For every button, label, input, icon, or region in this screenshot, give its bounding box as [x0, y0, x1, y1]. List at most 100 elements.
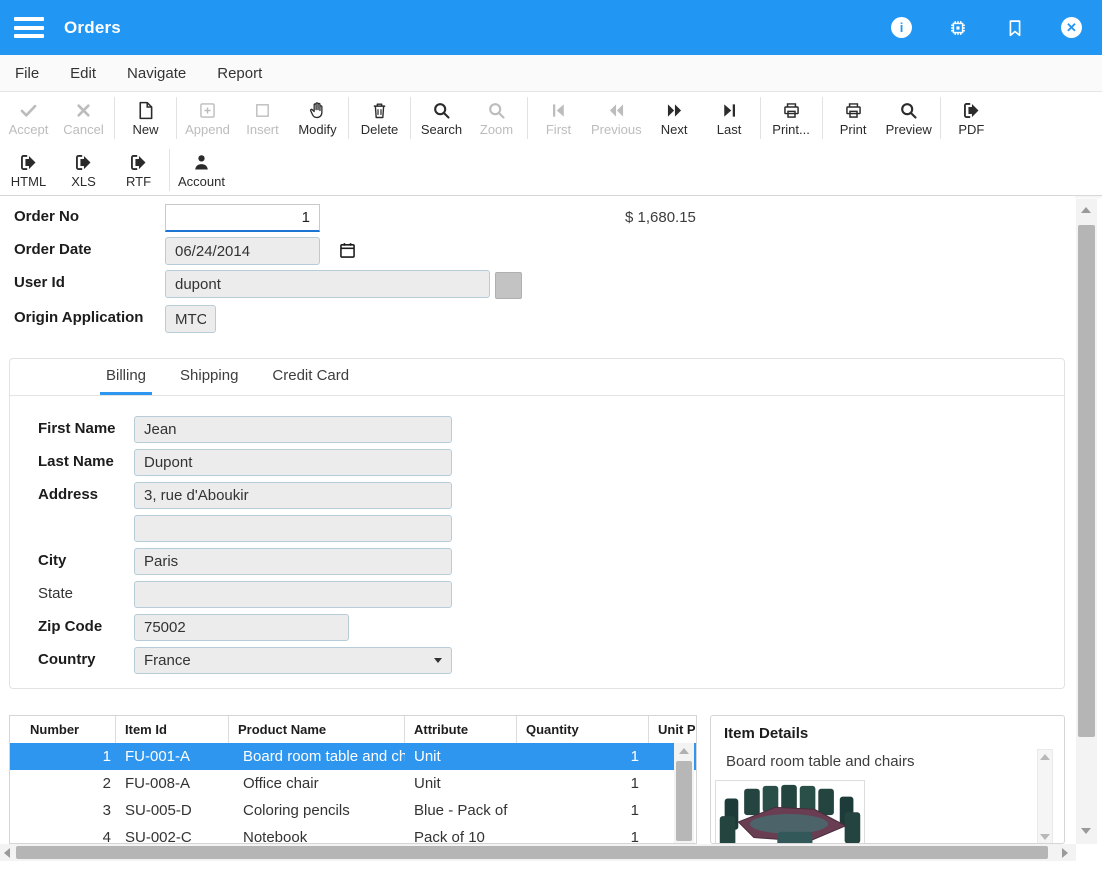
- first-button[interactable]: First: [531, 93, 586, 143]
- next-button[interactable]: Next: [647, 93, 702, 143]
- details-vertical-scrollbar[interactable]: [1037, 749, 1053, 844]
- delete-trash-icon: [369, 100, 390, 121]
- scroll-up-icon[interactable]: [1081, 207, 1091, 213]
- insert-button[interactable]: Insert: [235, 93, 290, 143]
- html-export-button[interactable]: HTML: [1, 145, 56, 195]
- table-row[interactable]: 3 SU-005-D Coloring pencils Blue - Pack …: [10, 797, 696, 824]
- table-row[interactable]: 2 FU-008-A Office chair Unit 1: [10, 770, 696, 797]
- table-scrollbar-thumb[interactable]: [676, 761, 692, 841]
- tab-shipping[interactable]: Shipping: [174, 359, 244, 395]
- menu-edit[interactable]: Edit: [70, 65, 96, 82]
- pdf-export-button[interactable]: PDF: [944, 93, 999, 143]
- info-icon[interactable]: i: [891, 17, 912, 38]
- address-field-2[interactable]: [134, 515, 452, 542]
- col-header-product-name[interactable]: Product Name: [229, 716, 405, 743]
- scroll-up-icon[interactable]: [679, 748, 689, 754]
- table-row[interactable]: 1 FU-001-A Board room table and chairs U…: [10, 743, 696, 770]
- print-button[interactable]: Print: [826, 93, 881, 143]
- menu-navigate[interactable]: Navigate: [127, 65, 186, 82]
- scroll-down-icon[interactable]: [1040, 834, 1050, 840]
- horizontal-scrollbar-thumb[interactable]: [16, 846, 1048, 859]
- delete-button[interactable]: Delete: [352, 93, 407, 143]
- toolbar-separator: [822, 97, 823, 139]
- preview-magnifier-icon: [898, 100, 919, 121]
- table-row[interactable]: 4 SU-002-C Notebook Pack of 10 1: [10, 824, 696, 844]
- previous-button[interactable]: Previous: [586, 93, 647, 143]
- zip-code-label: Zip Code: [38, 618, 102, 635]
- menu-file[interactable]: File: [15, 65, 39, 82]
- col-header-unit-price[interactable]: Unit Pr: [649, 716, 696, 743]
- toolbar-separator: [176, 97, 177, 139]
- order-no-field[interactable]: [165, 204, 320, 232]
- append-plus-square-icon: [197, 100, 218, 121]
- order-date-field[interactable]: [165, 237, 320, 265]
- toolbar-separator: [760, 97, 761, 139]
- address-field-1[interactable]: [134, 482, 452, 509]
- calendar-icon[interactable]: [337, 240, 358, 261]
- account-person-icon: [191, 152, 212, 173]
- print-dialog-button[interactable]: Print...: [764, 93, 819, 143]
- zip-code-field[interactable]: [134, 614, 349, 641]
- new-button[interactable]: New: [118, 93, 173, 143]
- zoom-magnifier-icon: [486, 100, 507, 121]
- user-lookup-button[interactable]: [495, 272, 522, 299]
- country-select[interactable]: France: [134, 647, 452, 674]
- toolbar-separator: [410, 97, 411, 139]
- scroll-right-icon[interactable]: [1062, 848, 1068, 858]
- user-id-label: User Id: [14, 274, 65, 291]
- address-tab-panel: Billing Shipping Credit Card First Name …: [9, 358, 1065, 689]
- menu-icon[interactable]: [14, 13, 44, 43]
- export-icon: [18, 152, 39, 173]
- state-label: State: [38, 585, 73, 602]
- account-button[interactable]: Account: [173, 145, 230, 195]
- tab-credit-card[interactable]: Credit Card: [266, 359, 355, 395]
- append-button[interactable]: Append: [180, 93, 235, 143]
- first-record-icon: [548, 100, 569, 121]
- order-lines-table: Number Item Id Product Name Attribute Qu…: [9, 715, 697, 844]
- chip-icon[interactable]: [947, 17, 969, 39]
- printer-icon: [781, 100, 802, 121]
- accept-button[interactable]: Accept: [1, 93, 56, 143]
- scroll-up-icon[interactable]: [1040, 754, 1050, 760]
- previous-record-icon: [606, 100, 627, 121]
- modify-hand-icon: [307, 100, 328, 121]
- state-field[interactable]: [134, 581, 452, 608]
- product-photo: [715, 780, 865, 844]
- xls-export-button[interactable]: XLS: [56, 145, 111, 195]
- item-details-product-name: Board room table and chairs: [726, 753, 914, 770]
- col-header-attribute[interactable]: Attribute: [405, 716, 517, 743]
- scroll-left-icon[interactable]: [4, 848, 10, 858]
- next-record-icon: [664, 100, 685, 121]
- last-name-field[interactable]: [134, 449, 452, 476]
- user-id-field[interactable]: [165, 270, 490, 298]
- new-page-icon: [135, 100, 156, 121]
- rtf-export-button[interactable]: RTF: [111, 145, 166, 195]
- search-button[interactable]: Search: [414, 93, 469, 143]
- origin-application-label: Origin Application: [14, 309, 143, 326]
- last-button[interactable]: Last: [702, 93, 757, 143]
- scroll-down-icon[interactable]: [1081, 828, 1091, 834]
- col-header-number[interactable]: Number: [10, 716, 116, 743]
- vertical-scrollbar-thumb[interactable]: [1078, 225, 1095, 737]
- zoom-button[interactable]: Zoom: [469, 93, 524, 143]
- preview-button[interactable]: Preview: [881, 93, 937, 143]
- cancel-x-icon: [73, 100, 94, 121]
- first-name-label: First Name: [38, 420, 116, 437]
- origin-application-field[interactable]: [165, 305, 216, 333]
- first-name-field[interactable]: [134, 416, 452, 443]
- tab-billing[interactable]: Billing: [100, 359, 152, 395]
- order-no-label: Order No: [14, 208, 79, 225]
- table-vertical-scrollbar[interactable]: [674, 743, 694, 843]
- menu-report[interactable]: Report: [217, 65, 262, 82]
- modify-button[interactable]: Modify: [290, 93, 345, 143]
- toolbar-separator: [114, 97, 115, 139]
- col-header-item-id[interactable]: Item Id: [116, 716, 229, 743]
- page-horizontal-scrollbar[interactable]: [0, 844, 1076, 861]
- bookmark-icon[interactable]: [1004, 17, 1026, 39]
- cancel-button[interactable]: Cancel: [56, 93, 111, 143]
- city-field[interactable]: [134, 548, 452, 575]
- toolbar-separator: [348, 97, 349, 139]
- col-header-quantity[interactable]: Quantity: [517, 716, 649, 743]
- page-vertical-scrollbar[interactable]: [1076, 199, 1097, 844]
- close-icon[interactable]: ✕: [1061, 17, 1082, 38]
